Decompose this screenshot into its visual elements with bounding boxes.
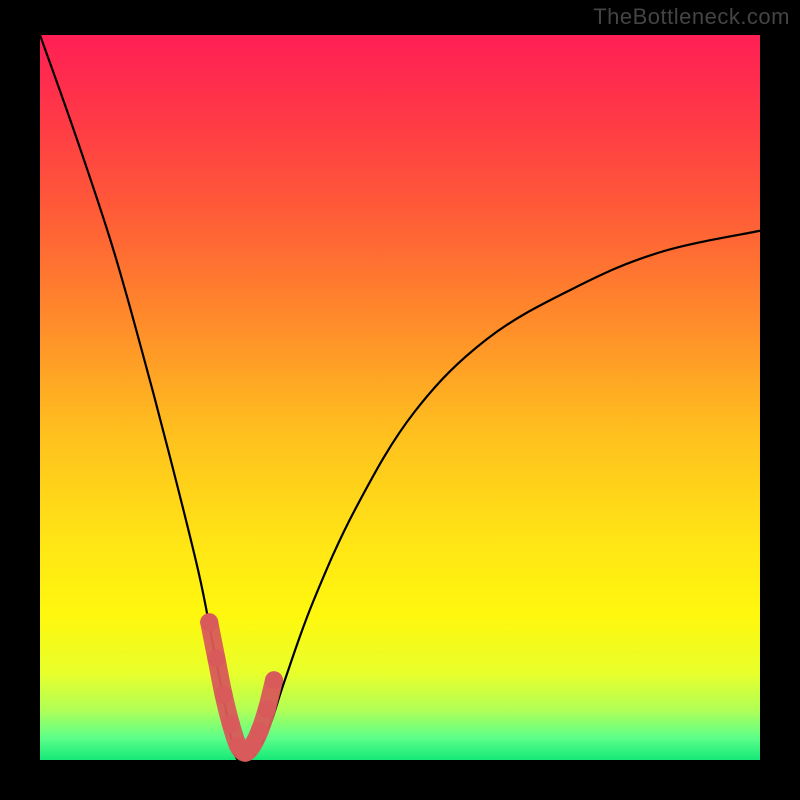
plot-background	[40, 35, 760, 760]
chart-svg	[0, 0, 800, 800]
highlight-dot	[251, 722, 269, 740]
watermark-text: TheBottleneck.com	[593, 4, 790, 30]
highlight-dot	[200, 613, 218, 631]
highlight-dot	[215, 686, 233, 704]
highlight-dot	[222, 715, 240, 733]
highlight-dot	[207, 650, 225, 668]
highlight-dot	[265, 671, 283, 689]
highlight-dot	[258, 700, 276, 718]
chart-frame: TheBottleneck.com	[0, 0, 800, 800]
